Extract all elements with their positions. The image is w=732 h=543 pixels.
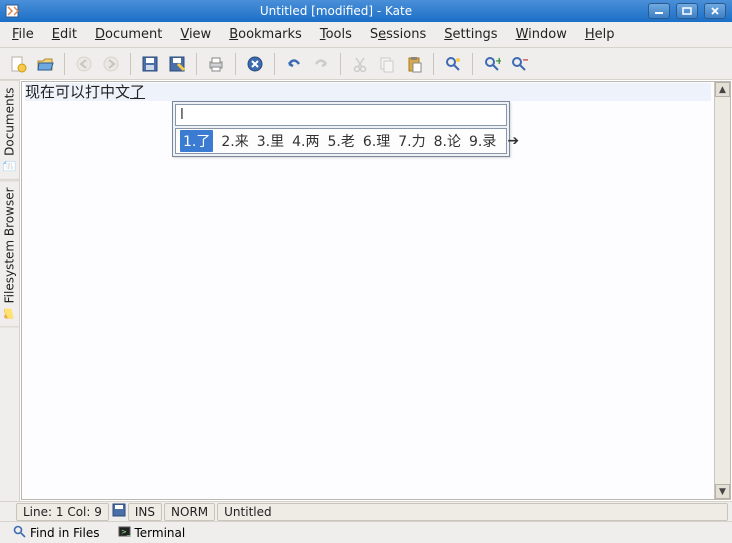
status-linecol: Line: 1 Col: 9 <box>16 503 109 521</box>
close-doc-icon[interactable] <box>243 52 267 76</box>
vertical-scrollbar[interactable]: ▲ ▼ <box>714 82 730 499</box>
window-title: Untitled [modified] - Kate <box>24 4 648 18</box>
zoom-in-icon[interactable]: + <box>480 52 504 76</box>
save-as-icon[interactable] <box>165 52 189 76</box>
menu-window[interactable]: Window <box>508 24 575 45</box>
ime-candidate[interactable]: 7.力 <box>398 131 425 151</box>
sidetab-filesystem[interactable]: 📁 Filesystem Browser <box>0 180 19 327</box>
print-icon[interactable] <box>204 52 228 76</box>
paste-icon[interactable] <box>402 52 426 76</box>
titlebar: Untitled [modified] - Kate <box>0 0 732 22</box>
ime-candidate[interactable]: 8.论 <box>434 131 461 151</box>
close-button[interactable] <box>704 3 726 19</box>
menu-help[interactable]: Help <box>577 24 623 45</box>
cut-icon[interactable] <box>348 52 372 76</box>
terminal-icon: >_ <box>118 525 131 541</box>
statusbar: Line: 1 Col: 9 INS NORM Untitled <box>0 501 732 521</box>
ime-candidate[interactable]: 4.两 <box>292 131 319 151</box>
svg-text:+: + <box>495 56 501 67</box>
toolbar: + − <box>0 48 732 80</box>
main-area: 📄 Documents 📁 Filesystem Browser 现在可以打中文… <box>0 80 732 501</box>
ime-next-page-icon[interactable]: ➔ <box>504 133 522 149</box>
ime-candidate-list[interactable]: 1.了 2.来 3.里 4.两 5.老 6.理 7.力 8.论 9.录 ➔ <box>175 128 507 154</box>
editor-precomposition: 了 <box>130 83 145 101</box>
status-docname: Untitled <box>217 503 728 521</box>
bottomtab-find-label: Find in Files <box>30 526 100 540</box>
ime-candidate[interactable]: 6.理 <box>363 131 390 151</box>
ime-candidate[interactable]: 9.录 <box>469 131 496 151</box>
menu-view[interactable]: View <box>172 24 219 45</box>
find-icon[interactable] <box>441 52 465 76</box>
ime-candidate[interactable]: 1.了 <box>180 130 213 152</box>
status-insert-mode[interactable]: INS <box>128 503 162 521</box>
menu-sessions[interactable]: Sessions <box>362 24 434 45</box>
save-icon[interactable] <box>138 52 162 76</box>
folder-icon: 📁 <box>3 307 16 320</box>
zoom-out-icon[interactable]: − <box>507 52 531 76</box>
documents-icon: 📄 <box>3 160 16 173</box>
menu-file[interactable]: File <box>4 24 42 45</box>
menubar: File Edit Document View Bookmarks Tools … <box>0 22 732 48</box>
bottomtab-terminal-label: Terminal <box>135 526 186 540</box>
back-icon[interactable] <box>72 52 96 76</box>
ime-input[interactable]: l <box>175 104 507 126</box>
bottomtab-terminal[interactable]: >_ Terminal <box>111 523 193 543</box>
search-icon <box>13 525 26 541</box>
side-panel-left: 📄 Documents 📁 Filesystem Browser <box>0 80 20 501</box>
svg-text:>_: >_ <box>121 528 131 536</box>
ime-candidate[interactable]: 5.老 <box>328 131 355 151</box>
undo-icon[interactable] <box>282 52 306 76</box>
bottomtab-find-in-files[interactable]: Find in Files <box>6 523 107 543</box>
new-file-icon[interactable] <box>6 52 30 76</box>
copy-icon[interactable] <box>375 52 399 76</box>
sidetab-filesystem-label: Filesystem Browser <box>3 187 17 303</box>
open-file-icon[interactable] <box>33 52 57 76</box>
scroll-up-icon[interactable]: ▲ <box>715 82 730 97</box>
status-norm: NORM <box>164 503 215 521</box>
menu-settings[interactable]: Settings <box>436 24 505 45</box>
sidetab-documents[interactable]: 📄 Documents <box>0 80 19 180</box>
editor-text: 现在可以打中文 <box>25 83 130 101</box>
scroll-down-icon[interactable]: ▼ <box>715 484 730 499</box>
menu-bookmarks[interactable]: Bookmarks <box>221 24 310 45</box>
editor-area: 现在可以打中文了 l 1.了 2.来 3.里 4.两 5.老 6.理 7.力 8… <box>21 81 731 500</box>
ime-candidate[interactable]: 2.来 <box>221 131 248 151</box>
bottom-toolview: Find in Files >_ Terminal <box>0 521 732 543</box>
ime-candidate[interactable]: 3.里 <box>257 131 284 151</box>
save-status-icon[interactable] <box>112 503 126 520</box>
maximize-button[interactable] <box>676 3 698 19</box>
text-editor[interactable]: 现在可以打中文了 l 1.了 2.来 3.里 4.两 5.老 6.理 7.力 8… <box>22 82 714 499</box>
sidetab-documents-label: Documents <box>3 87 17 155</box>
menu-edit[interactable]: Edit <box>44 24 85 45</box>
menu-tools[interactable]: Tools <box>312 24 360 45</box>
minimize-button[interactable] <box>648 3 670 19</box>
redo-icon[interactable] <box>309 52 333 76</box>
forward-icon[interactable] <box>99 52 123 76</box>
menu-document[interactable]: Document <box>87 24 170 45</box>
app-icon <box>4 3 20 19</box>
ime-popup: l 1.了 2.来 3.里 4.两 5.老 6.理 7.力 8.论 9.录 ➔ <box>172 101 510 157</box>
svg-text:−: − <box>522 55 528 66</box>
